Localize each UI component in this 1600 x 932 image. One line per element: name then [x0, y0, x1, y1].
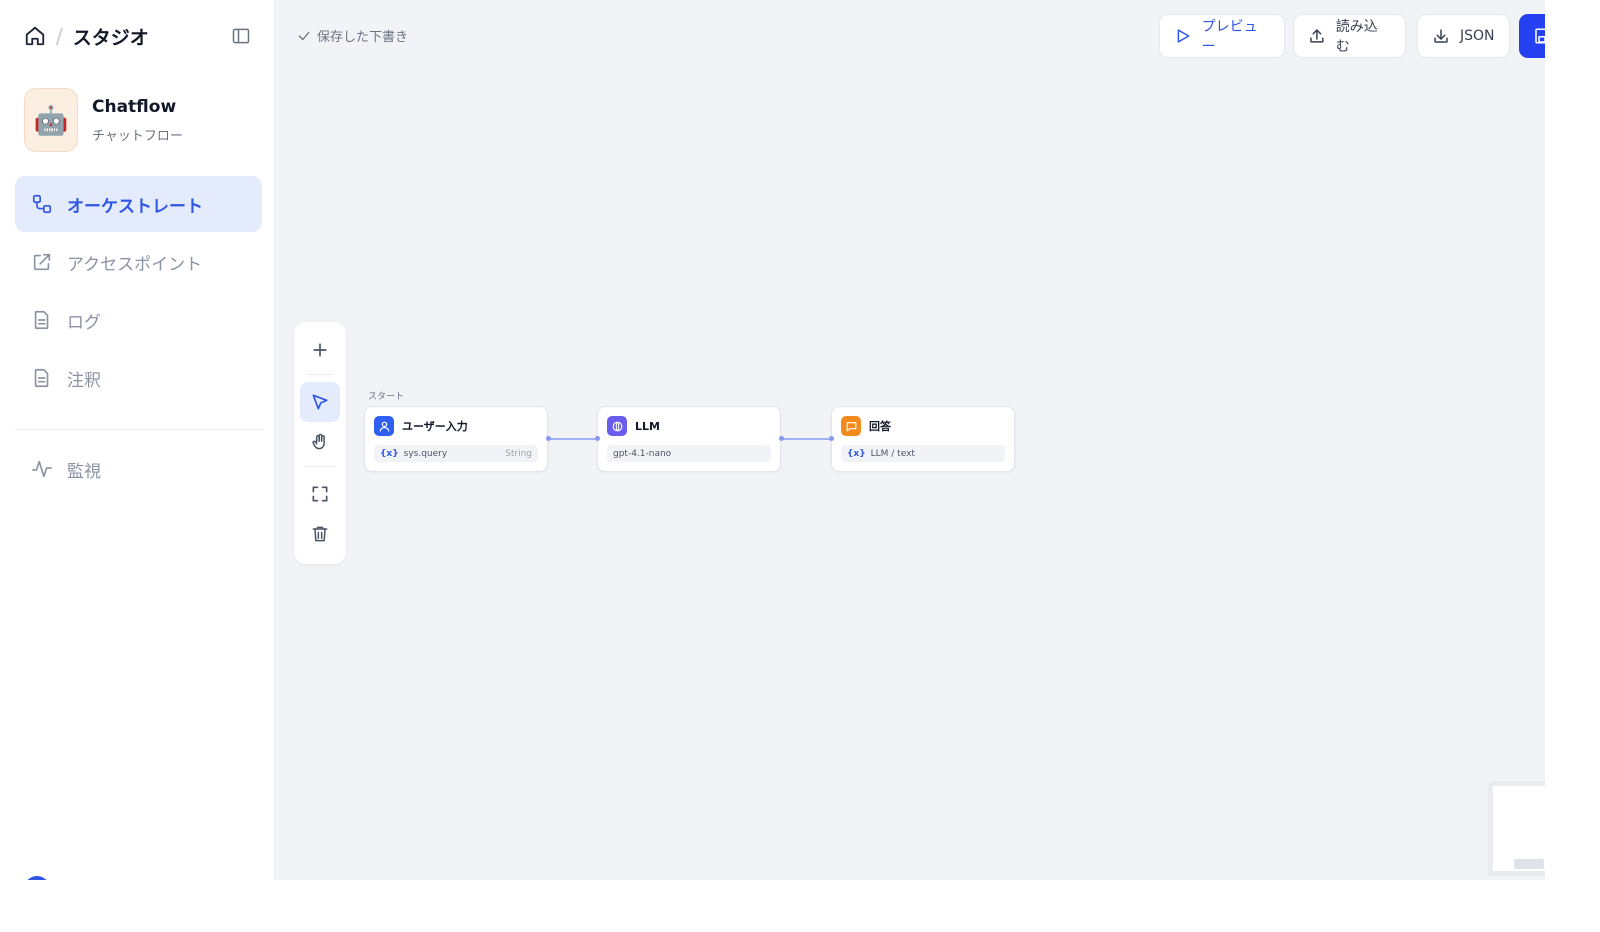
hand-icon: [312, 433, 325, 450]
app-window: / スタジオ 🤖 Chatflow チャットフロー オーケストレート アクセスポ…: [0, 0, 1545, 880]
delete-button[interactable]: [300, 514, 340, 554]
nav-item-monitoring[interactable]: 監視: [15, 441, 262, 497]
orchestrate-icon: [32, 194, 52, 214]
input-port[interactable]: [595, 436, 600, 441]
publish-button[interactable]: [1519, 14, 1545, 58]
upload-icon: [1310, 29, 1324, 43]
workflow-canvas[interactable]: 保存した下書き プレビュー 読み込む JSON スタート ユーザー入力 {x} …: [275, 0, 1545, 880]
input-port[interactable]: [829, 436, 834, 441]
node-variable: {x} LLM / text: [841, 445, 1005, 462]
node-title: LLM: [635, 419, 660, 433]
node-llm[interactable]: LLM gpt-4.1-nano: [597, 406, 781, 472]
preview-button[interactable]: プレビュー: [1159, 14, 1285, 58]
variable-icon: {x}: [847, 448, 866, 459]
user-icon: [374, 416, 394, 436]
app-name: Chatflow: [92, 96, 177, 117]
node-answer[interactable]: 回答 {x} LLM / text: [831, 406, 1015, 472]
start-label: スタート: [368, 392, 405, 402]
app-card[interactable]: 🤖 Chatflow チャットフロー: [24, 88, 183, 152]
output-port[interactable]: [779, 436, 784, 441]
pointer-icon: [312, 394, 328, 410]
plus-icon: [313, 343, 327, 357]
export-json-button[interactable]: JSON: [1417, 14, 1510, 58]
nav-item-label: 注釈: [67, 370, 101, 391]
nav-item-label: オーケストレート: [67, 196, 203, 217]
variable-type: String: [505, 448, 532, 459]
save-status-text: 保存した下書き: [317, 30, 409, 45]
export-button-label: JSON: [1460, 28, 1495, 44]
check-icon: [298, 31, 310, 40]
save-status: 保存した下書き: [297, 26, 408, 45]
page-title: スタジオ: [72, 26, 149, 49]
output-port[interactable]: [546, 436, 551, 441]
nav-item-access-point[interactable]: アクセスポイント: [15, 234, 262, 290]
toolbar-divider: [306, 466, 334, 467]
node-model: gpt-4.1-nano: [607, 445, 771, 462]
node-title: ユーザー入力: [402, 420, 468, 433]
variable-name: sys.query: [403, 448, 448, 459]
play-icon: [1177, 29, 1190, 43]
model-name: gpt-4.1-nano: [613, 448, 672, 459]
node-variable: {x} sys.query String: [374, 445, 538, 462]
edge-connector[interactable]: [781, 438, 831, 440]
minimap-viewport[interactable]: [1514, 859, 1544, 869]
fit-view-button[interactable]: [300, 474, 340, 514]
nav-item-label: 監視: [67, 461, 101, 482]
variable-name: LLM / text: [870, 448, 915, 459]
hand-tool-button[interactable]: [300, 422, 340, 462]
nav-divider: [15, 429, 262, 430]
app-type: チャットフロー: [92, 128, 183, 144]
app-avatar: 🤖: [24, 88, 78, 152]
document-icon: [34, 310, 49, 330]
nav-item-label: アクセスポイント: [67, 254, 203, 275]
sidebar-toggle-icon[interactable]: [231, 26, 251, 46]
nav-item-logs[interactable]: ログ: [15, 292, 262, 348]
download-icon: [1434, 29, 1448, 43]
preview-button-label: プレビュー: [1201, 19, 1258, 55]
home-icon[interactable]: [24, 25, 46, 47]
chat-icon: [841, 416, 861, 436]
nav-item-orchestrate[interactable]: オーケストレート: [15, 176, 262, 232]
pointer-tool-button[interactable]: [300, 382, 340, 422]
llm-icon: [607, 416, 627, 436]
trash-icon: [312, 526, 328, 542]
external-link-icon: [33, 253, 51, 271]
toolbar-divider: [306, 374, 334, 375]
nav-item-label: ログ: [67, 312, 101, 333]
import-button[interactable]: 読み込む: [1293, 14, 1406, 58]
nav-item-annotations[interactable]: 注釈: [15, 350, 262, 406]
canvas-toolbar: [294, 322, 346, 564]
document-icon: [34, 368, 49, 388]
variable-icon: {x}: [380, 448, 399, 459]
import-button-label: 読み込む: [1335, 19, 1378, 55]
breadcrumb: / スタジオ: [24, 20, 149, 52]
breadcrumb-separator: /: [56, 24, 63, 48]
fullscreen-icon: [312, 486, 328, 502]
sidebar: / スタジオ 🤖 Chatflow チャットフロー オーケストレート アクセスポ…: [0, 0, 275, 880]
node-title: 回答: [869, 420, 891, 433]
save-icon: [1535, 28, 1545, 44]
avatar[interactable]: [24, 876, 50, 880]
edge-connector[interactable]: [548, 438, 597, 440]
add-node-button[interactable]: [300, 330, 340, 370]
activity-icon: [32, 460, 52, 478]
node-user-input[interactable]: ユーザー入力 {x} sys.query String: [364, 406, 548, 472]
